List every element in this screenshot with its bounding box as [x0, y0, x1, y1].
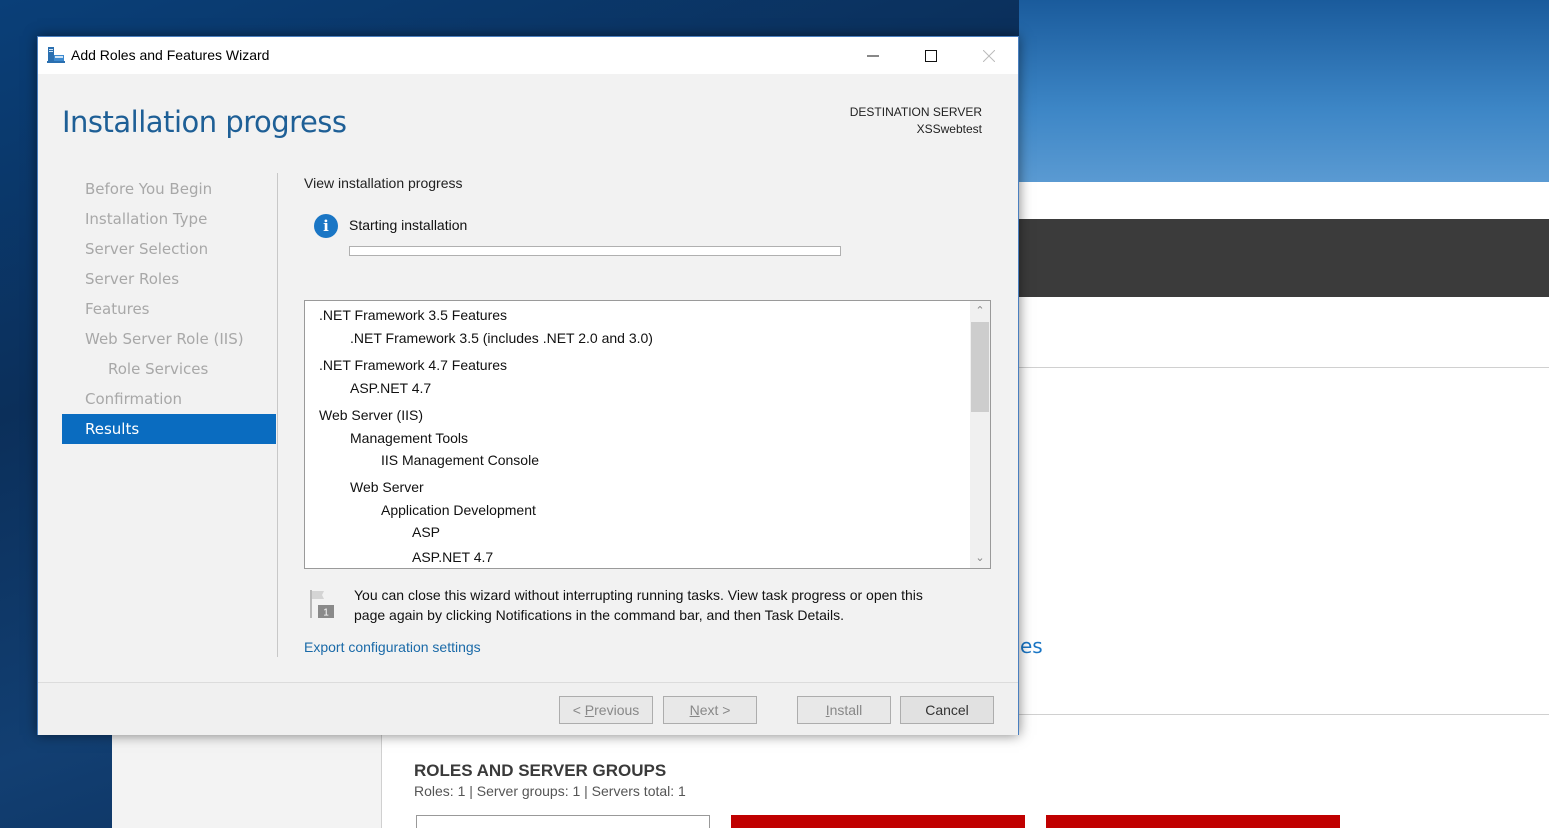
- nav-item-web-server-role: Web Server Role (IIS): [85, 330, 244, 348]
- server-manager-partial-link[interactable]: es: [1020, 634, 1043, 658]
- roles-and-server-groups-title: ROLES AND SERVER GROUPS: [414, 761, 667, 780]
- nav-divider: [277, 173, 278, 657]
- server-manager-sidebar: [112, 735, 382, 828]
- installation-status-text: Starting installation: [349, 217, 468, 233]
- feature-list-item: ASP.NET 4.7: [350, 380, 432, 396]
- scroll-thumb[interactable]: [971, 322, 989, 412]
- installation-progress-bar: [349, 246, 841, 256]
- page-title: Installation progress: [62, 105, 347, 139]
- export-configuration-link[interactable]: Export configuration settings: [304, 639, 481, 655]
- feature-list-item: .NET Framework 4.7 Features: [319, 357, 508, 373]
- feature-list-item: IIS Management Console: [381, 452, 539, 468]
- feature-list-item: ASP.NET 4.7: [412, 549, 494, 565]
- flag-badge-count: 1: [323, 608, 329, 619]
- desktop-light-beam: [1019, 0, 1549, 182]
- cancel-button[interactable]: Cancel: [900, 696, 994, 724]
- list-scrollbar[interactable]: ⌃ ⌄: [970, 301, 990, 568]
- wizard-content: Installation progress DESTINATION SERVER…: [38, 74, 1018, 682]
- nav-item-features: Features: [85, 300, 150, 318]
- feature-list-item: Application Development: [381, 502, 536, 518]
- feature-list-item: Management Tools: [350, 430, 469, 446]
- role-tile[interactable]: [416, 815, 710, 828]
- maximize-icon: [925, 49, 937, 62]
- section-title: View installation progress: [304, 175, 463, 191]
- destination-server-label: DESTINATION SERVER: [849, 105, 982, 119]
- scroll-down-arrow-icon[interactable]: ⌄: [970, 548, 990, 568]
- nav-item-before-you-begin: Before You Begin: [85, 180, 213, 198]
- feature-list-item: ASP: [412, 524, 441, 540]
- wizard-steps-nav: Before You Begin Installation Type Serve…: [62, 174, 276, 444]
- install-button[interactable]: Install: [797, 696, 891, 724]
- window-title: Add Roles and Features Wizard: [71, 47, 270, 63]
- next-button[interactable]: Next >: [663, 696, 757, 724]
- minimize-button[interactable]: [844, 37, 902, 74]
- title-bar[interactable]: Add Roles and Features Wizard: [38, 37, 1018, 74]
- note-line-1: You can close this wizard without interr…: [354, 587, 923, 603]
- feature-list-item: .NET Framework 3.5 (includes .NET 2.0 an…: [350, 330, 653, 346]
- notification-flag-icon: 1: [310, 590, 334, 619]
- wizard-footer: < Previous Next > Install Cancel: [38, 682, 1018, 735]
- nav-item-results[interactable]: Results: [62, 414, 276, 444]
- close-icon: [983, 49, 995, 62]
- nav-item-server-selection: Server Selection: [85, 240, 209, 258]
- close-wizard-note: You can close this wizard without interr…: [354, 585, 994, 625]
- nav-item-confirmation: Confirmation: [85, 390, 183, 408]
- feature-list-item: Web Server: [350, 479, 424, 495]
- role-tile[interactable]: [1046, 815, 1340, 828]
- nav-item-installation-type: Installation Type: [85, 210, 208, 228]
- close-button[interactable]: [960, 37, 1018, 74]
- server-manager-header-bar: [1019, 219, 1549, 297]
- note-line-2: page again by clicking Notifications in …: [354, 607, 845, 623]
- roles-summary: Roles: 1 | Server groups: 1 | Servers to…: [414, 783, 686, 799]
- server-manager-app-icon: [47, 47, 65, 63]
- scroll-up-arrow-icon[interactable]: ⌃: [970, 301, 990, 321]
- info-icon: i: [314, 214, 338, 238]
- add-roles-wizard-window: Add Roles and Features Wizard Installati…: [37, 36, 1019, 735]
- destination-server-name: XSSwebtest: [916, 122, 982, 136]
- minimize-icon: [867, 55, 879, 56]
- nav-item-server-roles: Server Roles: [85, 270, 180, 288]
- nav-item-role-services: Role Services: [108, 360, 209, 378]
- role-tile[interactable]: [731, 815, 1025, 828]
- server-manager-divider: [1019, 367, 1549, 368]
- features-list[interactable]: .NET Framework 3.5 Features .NET Framewor…: [304, 300, 991, 569]
- feature-list-item: .NET Framework 3.5 Features: [319, 307, 508, 323]
- previous-button[interactable]: < Previous: [559, 696, 653, 724]
- feature-list-item: Web Server (IIS): [319, 407, 423, 423]
- maximize-button[interactable]: [902, 37, 960, 74]
